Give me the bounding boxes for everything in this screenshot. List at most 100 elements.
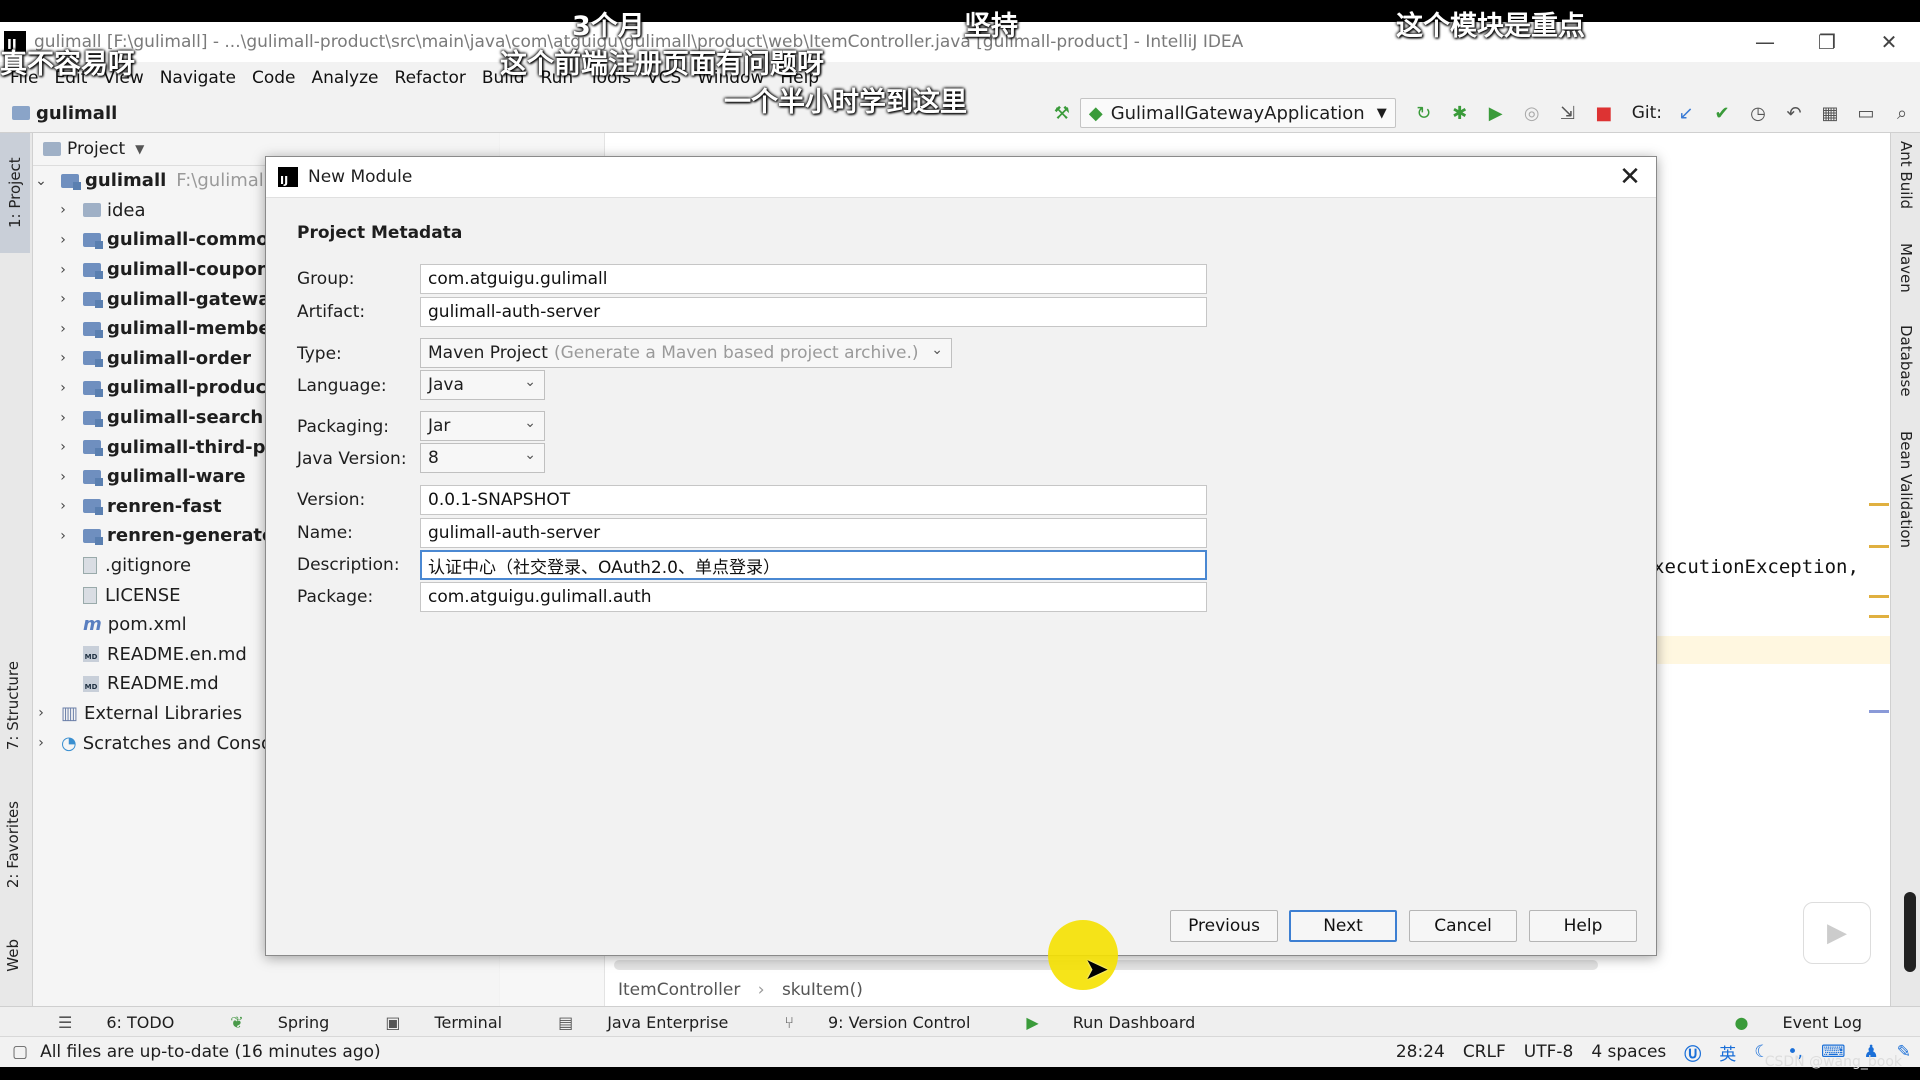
branch-icon: ⑂ (784, 1012, 794, 1032)
tab-web[interactable]: Web (4, 939, 22, 972)
artifact-input[interactable]: gulimall-auth-server (420, 297, 1207, 327)
collapsed-arrow-icon[interactable]: › (55, 350, 71, 366)
collapsed-arrow-icon[interactable]: › (55, 528, 71, 544)
collapsed-arrow-icon[interactable]: › (55, 291, 71, 307)
description-input[interactable]: 认证中心（社交登录、OAuth2.0、单点登录） (420, 550, 1207, 580)
chevron-down-icon: ⌄ (524, 447, 536, 463)
attach-icon[interactable]: ⇲ (1550, 94, 1586, 132)
stop-icon[interactable]: ■ (1586, 94, 1622, 132)
debug-icon[interactable]: ✱ (1442, 94, 1478, 132)
close-icon[interactable]: ✕ (1614, 161, 1646, 193)
tool-run-dashboard[interactable]: ▶ Run Dashboard (998, 1013, 1223, 1032)
git-commit-icon[interactable]: ✔ (1704, 94, 1740, 132)
warning-marker[interactable] (1869, 545, 1889, 548)
markdown-icon: MD (83, 675, 99, 692)
version-label: Version: (297, 490, 366, 510)
package-input[interactable]: com.atguigu.gulimall.auth (420, 582, 1207, 612)
version-input[interactable]: 0.0.1-SNAPSHOT (420, 485, 1207, 515)
overlay-subtitle: 一个半小时学到这里 (724, 87, 967, 118)
tool-todo[interactable]: ☰ 6: TODO (0, 1013, 202, 1032)
warning-marker[interactable] (1869, 595, 1889, 598)
breadcrumb-method[interactable]: skuItem() (782, 980, 863, 1000)
line-separator[interactable]: CRLF (1454, 1042, 1515, 1062)
collapsed-arrow-icon[interactable]: › (33, 705, 49, 721)
status-toggle-icon[interactable]: ▢ (12, 1042, 28, 1062)
git-update-icon[interactable]: ↙ (1668, 94, 1704, 132)
build-hammer-icon[interactable]: ⚒ (1044, 94, 1080, 132)
next-button[interactable]: Next (1289, 910, 1397, 942)
profile-icon[interactable]: ◎ (1514, 94, 1550, 132)
warning-marker[interactable] (1869, 503, 1889, 506)
java-version-select[interactable]: 8 ⌄ (420, 443, 545, 473)
help-button[interactable]: Help (1529, 910, 1637, 942)
menu-analyze[interactable]: Analyze (304, 68, 387, 88)
collapsed-arrow-icon[interactable]: › (55, 469, 71, 485)
coverage-icon[interactable]: ▶ (1478, 94, 1514, 132)
packaging-value: Jar (428, 416, 451, 436)
git-history-icon[interactable]: ◷ (1740, 94, 1776, 132)
tree-item-label: gulimall-search (107, 407, 264, 429)
mouse-pointer-icon: ➤ (1084, 952, 1110, 987)
previous-button[interactable]: Previous (1170, 910, 1278, 942)
git-rollback-icon[interactable]: ↶ (1776, 94, 1812, 132)
module-folder-icon (83, 292, 103, 309)
collapsed-arrow-icon[interactable]: › (55, 202, 71, 218)
presentation-icon[interactable]: ▭ (1848, 94, 1884, 132)
nav-project-crumb[interactable]: gulimall (12, 103, 117, 124)
name-input[interactable]: gulimall-auth-server (420, 518, 1207, 548)
indent-setting[interactable]: 4 spaces (1582, 1042, 1675, 1062)
tool-java-enterprise[interactable]: ▤ Java Enterprise (530, 1013, 756, 1032)
tool-terminal[interactable]: ▣ Terminal (357, 1013, 530, 1032)
collapsed-arrow-icon[interactable]: › (55, 232, 71, 248)
close-window-icon[interactable]: ✕ (1858, 22, 1920, 62)
menu-code[interactable]: Code (244, 68, 304, 88)
tree-item-label: gulimall-ware (107, 466, 246, 488)
type-select[interactable]: Maven Project (Generate a Maven based pr… (420, 338, 952, 368)
tab-ant-build[interactable]: Ant Build (1897, 141, 1915, 209)
overlay-subtitle: 3个月 (572, 11, 645, 42)
collapsed-arrow-icon[interactable]: › (55, 321, 71, 337)
info-marker[interactable] (1869, 710, 1889, 713)
file-encoding[interactable]: UTF-8 (1515, 1042, 1583, 1062)
cancel-button[interactable]: Cancel (1409, 910, 1517, 942)
tab-structure[interactable]: 7: Structure (4, 661, 22, 750)
collapsed-arrow-icon[interactable]: › (55, 410, 71, 426)
group-input[interactable]: com.atguigu.gulimall (420, 264, 1207, 294)
tab-maven[interactable]: Maven (1897, 243, 1915, 293)
language-value: Java (428, 375, 464, 395)
ime-logo-icon[interactable]: Ⓤ (1675, 1040, 1710, 1065)
search-icon[interactable]: ⌕ (1884, 94, 1920, 132)
breadcrumb-class[interactable]: ItemController (618, 980, 740, 1000)
ime-language[interactable]: 英 (1710, 1040, 1745, 1065)
project-structure-icon[interactable]: ▦ (1812, 94, 1848, 132)
play-icon[interactable]: ▶ (1803, 902, 1871, 964)
module-folder-icon (83, 321, 103, 338)
tab-database[interactable]: Database (1897, 325, 1915, 397)
caret-position[interactable]: 28:24 (1387, 1042, 1454, 1062)
tool-version-control[interactable]: ⑂ 9: Version Control (756, 1013, 998, 1032)
collapsed-arrow-icon[interactable]: › (33, 735, 49, 751)
module-folder-icon (83, 232, 103, 249)
packaging-select[interactable]: Jar ⌄ (420, 411, 545, 441)
expanded-arrow-icon[interactable]: ⌄ (33, 173, 49, 189)
menu-refactor[interactable]: Refactor (387, 68, 474, 88)
run-configuration-select[interactable]: ◆ GulimallGatewayApplication ▼ (1079, 98, 1396, 128)
collapsed-arrow-icon[interactable]: › (55, 498, 71, 514)
tool-event-log[interactable]: ● Event Log (1707, 1013, 1890, 1032)
current-line-highlight (1650, 636, 1890, 664)
event-log-icon: ● (1734, 1012, 1749, 1032)
tree-item-label: LICENSE (105, 584, 181, 606)
minimize-icon[interactable]: — (1734, 22, 1796, 62)
tool-spring[interactable]: ❦ Spring (202, 1013, 357, 1032)
menu-navigate[interactable]: Navigate (152, 68, 244, 88)
tab-bean-validation[interactable]: Bean Validation (1897, 431, 1915, 548)
collapsed-arrow-icon[interactable]: › (55, 380, 71, 396)
rerun-icon[interactable]: ↻ (1406, 94, 1442, 132)
collapsed-arrow-icon[interactable]: › (55, 262, 71, 278)
tab-project[interactable]: 1: Project (0, 133, 30, 253)
tab-favorites[interactable]: 2: Favorites (4, 801, 22, 888)
language-select[interactable]: Java ⌄ (420, 370, 545, 400)
collapsed-arrow-icon[interactable]: › (55, 439, 71, 455)
warning-marker[interactable] (1869, 615, 1889, 618)
restore-icon[interactable]: ❐ (1796, 22, 1858, 62)
